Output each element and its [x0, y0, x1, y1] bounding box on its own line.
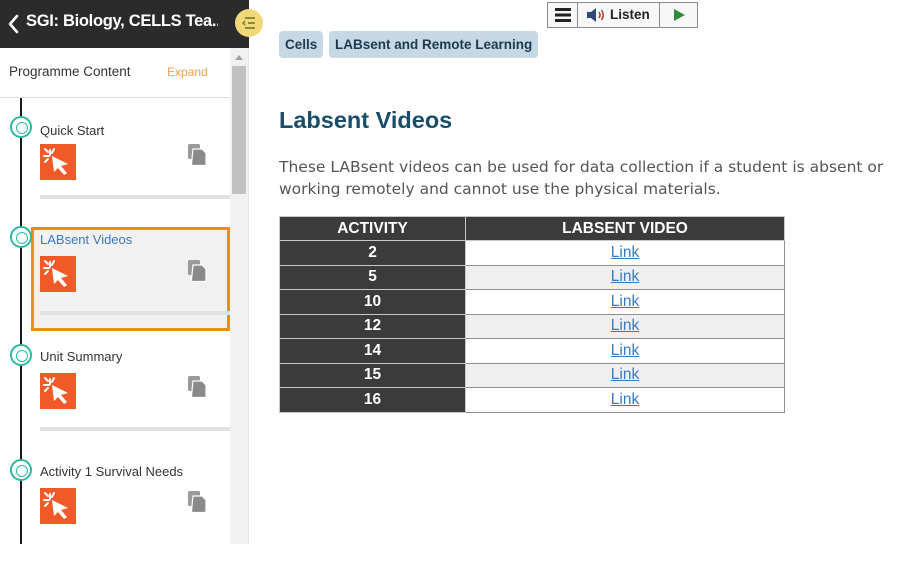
programme-content-label: Programme Content — [9, 64, 131, 79]
activity-number: 14 — [279, 338, 466, 364]
sidebar: SGI: Biology, CELLS Tea... Programme Con… — [0, 0, 263, 544]
video-link-cell: Link — [465, 240, 785, 266]
breadcrumb-labsent-remote-learning[interactable]: LABsent and Remote Learning — [329, 31, 539, 58]
video-link-cell: Link — [465, 313, 785, 339]
activity-number: 5 — [279, 264, 466, 290]
timeline-node-icon — [10, 116, 32, 138]
video-link[interactable]: Link — [611, 342, 639, 359]
intro-paragraph: These LABsent videos can be used for dat… — [279, 158, 884, 198]
back-chevron-icon[interactable] — [6, 13, 20, 35]
video-link[interactable]: Link — [611, 244, 639, 261]
video-link-cell: Link — [465, 338, 785, 364]
activity-cursor-icon[interactable] — [40, 488, 76, 524]
hamburger-menu-icon — [555, 8, 571, 22]
table-row: 12 Link — [279, 313, 785, 339]
table-row: 2 Link — [279, 240, 785, 266]
sidebar-item-label: Unit Summary — [40, 349, 123, 364]
video-link[interactable]: Link — [611, 317, 639, 334]
video-link[interactable]: Link — [611, 391, 639, 408]
activity-number: 16 — [279, 387, 466, 413]
breadcrumb-cells[interactable]: Cells — [279, 31, 324, 58]
speaker-icon — [587, 8, 604, 22]
video-link-cell: Link — [465, 264, 785, 290]
video-link-cell: Link — [465, 289, 785, 315]
copy-icon[interactable] — [186, 489, 208, 513]
programme-content-bar: Programme Content Expand — [0, 48, 230, 98]
listen-toolbar: Listen — [547, 2, 698, 28]
sidebar-item-labsent-videos[interactable]: LABsent Videos — [0, 222, 230, 332]
column-header-labsent-video: LABSENT VIDEO — [465, 216, 785, 241]
labsent-videos-table: ACTIVITY LABSENT VIDEO 2 Link 5 Link 10 … — [279, 216, 785, 413]
activity-cursor-icon[interactable] — [40, 256, 76, 292]
listen-button[interactable]: Listen — [578, 3, 660, 27]
expand-link[interactable]: Expand — [167, 65, 208, 79]
activity-cursor-icon[interactable] — [40, 373, 76, 409]
sidebar-item-label: Quick Start — [40, 123, 105, 138]
scroll-thumb[interactable] — [232, 66, 246, 194]
table-row: 15 Link — [279, 362, 785, 388]
sidebar-item-label: Activity 1 Survival Needs — [40, 464, 184, 479]
sidebar-item-activity-1[interactable]: Activity 1 Survival Needs — [0, 453, 230, 563]
collapse-sidebar-button[interactable] — [235, 9, 263, 37]
video-link[interactable]: Link — [611, 366, 639, 383]
activity-number: 2 — [279, 240, 466, 266]
video-link[interactable]: Link — [611, 268, 639, 285]
progress-bar — [40, 195, 230, 199]
menu-button[interactable] — [548, 3, 578, 27]
table-header-row: ACTIVITY LABSENT VIDEO — [279, 216, 785, 241]
table-row: 14 Link — [279, 338, 785, 364]
table-row: 16 Link — [279, 387, 785, 413]
video-link[interactable]: Link — [611, 293, 639, 310]
copy-icon[interactable] — [186, 142, 208, 166]
sidebar-header: SGI: Biology, CELLS Tea... — [0, 0, 249, 48]
video-link-cell: Link — [465, 387, 785, 413]
progress-bar — [40, 427, 230, 431]
table-row: 10 Link — [279, 289, 785, 315]
timeline-node-icon — [10, 344, 32, 366]
copy-icon[interactable] — [186, 374, 208, 398]
play-button[interactable] — [660, 3, 698, 27]
sidebar-scrollbar[interactable] — [230, 48, 248, 544]
activity-number: 12 — [279, 313, 466, 339]
copy-icon[interactable] — [186, 258, 208, 282]
sidebar-item-unit-summary[interactable]: Unit Summary — [0, 338, 230, 448]
video-link-cell: Link — [465, 362, 785, 388]
course-title: SGI: Biology, CELLS Tea... — [26, 12, 218, 30]
collapse-menu-icon — [242, 17, 255, 29]
play-icon — [674, 9, 685, 21]
page-title: Labsent Videos — [279, 107, 453, 133]
progress-bar — [40, 311, 230, 315]
scroll-up-arrow-icon[interactable] — [235, 55, 243, 60]
activity-cursor-icon[interactable] — [40, 144, 76, 180]
activity-number: 15 — [279, 362, 466, 388]
table-row: 5 Link — [279, 264, 785, 290]
column-header-activity: ACTIVITY — [279, 216, 466, 241]
timeline-node-icon — [10, 459, 32, 481]
sidebar-item-label: LABsent Videos — [40, 232, 133, 247]
sidebar-item-quick-start[interactable]: Quick Start — [0, 106, 230, 216]
listen-label: Listen — [610, 7, 650, 22]
timeline-node-icon — [10, 226, 32, 248]
activity-number: 10 — [279, 289, 466, 315]
